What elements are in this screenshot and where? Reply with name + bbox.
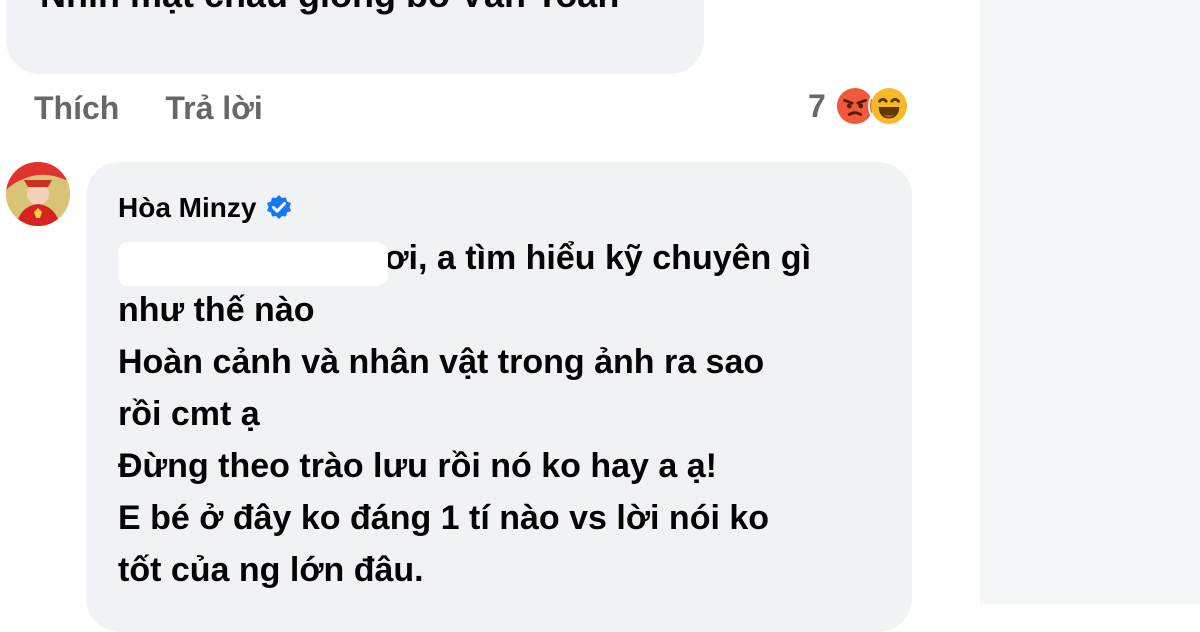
like-button[interactable]: Thích (34, 90, 119, 127)
comment-body: a ơi, a tìm hiểu kỹ chuyên gì như thế nà… (118, 232, 898, 596)
comment-line-3: Hoàn cảnh và nhân vật trong ảnh ra sao (118, 343, 765, 381)
laugh-emoji-icon (867, 85, 910, 127)
comment-line-2: như thế nào (118, 291, 315, 329)
comment-line-1: a ơi, a tìm hiểu kỹ chuyên gì (118, 232, 898, 286)
avatar[interactable] (6, 162, 70, 226)
comment-line-4: rồi cmt ạ (118, 395, 260, 433)
comment-actions: Thích Trả lời (34, 88, 263, 128)
comment-author: Hòa Minzy (118, 192, 294, 224)
comment-line-6: E bé ở đây ko đáng 1 tí nào vs lời nói k… (118, 499, 770, 537)
reply-comment-bubble: Hòa Minzy a ơi, a tìm hiểu kỹ chuyên gì … (86, 162, 912, 632)
comment-line-5: Đừng theo trào lưu rồi nó ko hay a ạ! (118, 447, 717, 485)
redacted-name-block (118, 242, 388, 286)
right-side-panel (980, 0, 1200, 604)
comment-line-7: tốt của ng lớn đâu. (118, 551, 424, 589)
reactions-summary[interactable]: 7 (808, 84, 910, 128)
reply-button[interactable]: Trả lời (165, 90, 262, 127)
author-name[interactable]: Hòa Minzy (118, 192, 256, 224)
previous-comment-bubble: Nhìn mặt cháu giống bố Văn Toàn (6, 0, 704, 74)
verified-badge-icon (264, 193, 294, 223)
comment-line-1-text: a ơi, a tìm hiểu kỹ chuyên gì (356, 239, 811, 277)
reaction-count: 7 (808, 87, 826, 124)
previous-comment-text: Nhìn mặt cháu giống bố Văn Toàn (40, 0, 619, 16)
